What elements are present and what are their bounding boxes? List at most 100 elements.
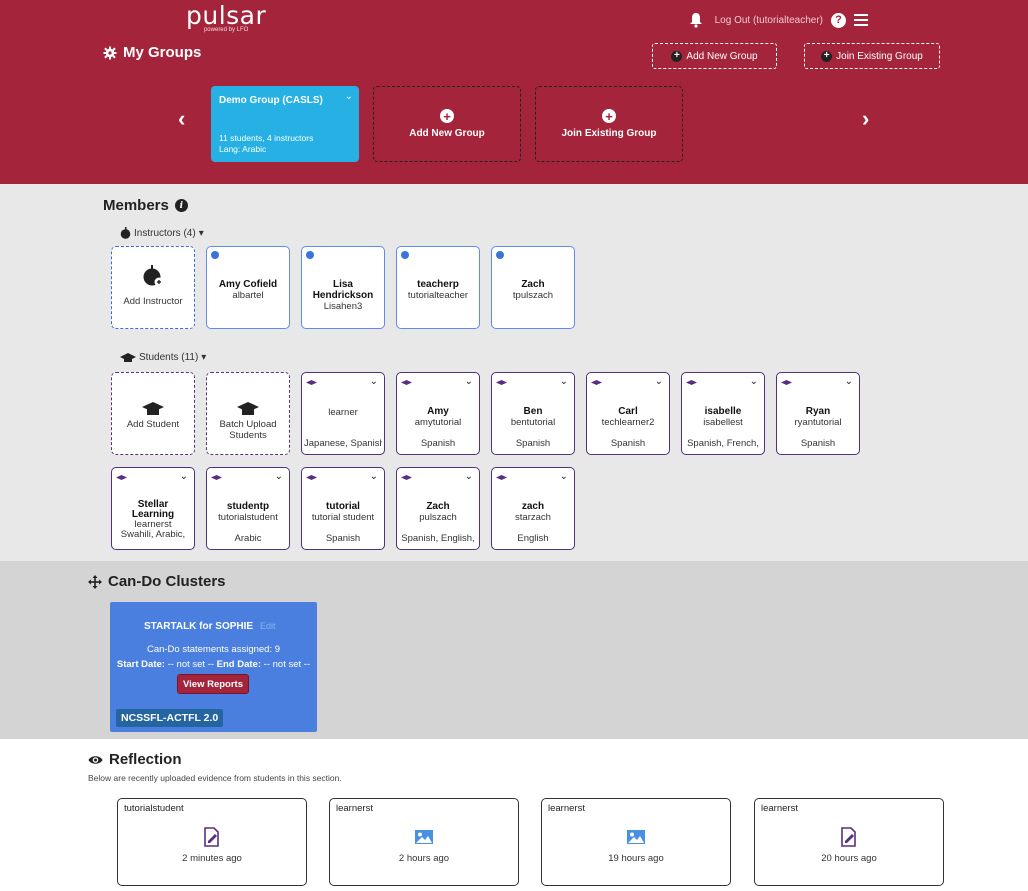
student-card[interactable]: ⌄ zach starzach English [491,467,575,550]
pulsar-logo[interactable]: pulsar powered by LFO [186,1,267,33]
framework-badge: NCSSFL-ACTFL 2.0 [116,709,224,727]
carousel-next-icon[interactable]: › [862,106,869,132]
chevron-down-icon[interactable]: ⌄ [345,91,353,102]
chevron-down-icon[interactable]: ⌄ [750,376,758,387]
instructor-name: Zach [521,279,545,290]
edit-link[interactable]: Edit [260,621,276,631]
student-username: ryantutorial [794,417,842,428]
instructor-card[interactable]: Lisa Hendrickson Lisahen3 [301,246,385,329]
start-date-label: Start Date: [116,659,165,670]
student-card[interactable]: ⌄ isabelle isabellest Spanish, French, [681,372,765,455]
student-card[interactable]: ⌄ Ryan ryantutorial Spanish [776,372,860,455]
info-icon[interactable]: i [174,199,188,212]
instructor-card[interactable]: Zach tpulszach [491,246,575,329]
evidence-user: learnerst [548,803,585,814]
batch-upload-students-card[interactable]: Batch Upload Students [206,372,290,455]
graduation-cap-icon [781,380,792,385]
add-instructor-label: Add Instructor [123,296,183,307]
student-card[interactable]: ⌄ Carl techlearner2 Spanish [586,372,670,455]
chevron-down-icon[interactable]: ⌄ [560,376,568,387]
evidence-card[interactable]: learnerst 20 hours ago [754,798,944,886]
my-groups-title: My Groups [123,44,202,61]
student-username: isabellest [703,417,743,428]
help-icon[interactable]: ? [831,12,846,28]
instructor-name: Lisa Hendrickson [312,279,374,301]
cluster-card[interactable]: STARTALK for SOPHIE Edit Can-Do statemen… [110,602,317,732]
instructor-card[interactable]: teacherp tutorialteacher [396,246,480,329]
caret-down-icon: ▾ [201,352,207,363]
carousel-prev-icon[interactable]: ‹ [178,106,185,132]
chevron-down-icon[interactable]: ⌄ [655,376,663,387]
graduation-cap-icon [120,352,136,362]
student-languages: Spanish [610,438,646,449]
student-card[interactable]: ⌄ Ben bentutorial Spanish [491,372,575,455]
instructor-card[interactable]: Amy Cofield albartel [206,246,290,329]
student-name: Stellar Learning [131,499,175,520]
evidence-user: tutorialstudent [124,803,184,814]
chevron-down-icon[interactable]: ⌄ [180,471,188,482]
student-username: starzach [515,512,551,523]
student-card[interactable]: ⌄ Amy amytutorial Spanish [396,372,480,455]
apple-icon [120,227,131,239]
student-card[interactable]: ⌄ learner Japanese, Spanish, [301,372,385,455]
chevron-down-icon[interactable]: ⌄ [560,471,568,482]
student-card[interactable]: ⌄ studentp tutorialstudent Arabic [206,467,290,550]
members-section: Members i Instructors (4) ▾ Add Instruct… [0,184,1028,561]
evidence-time: 2 hours ago [398,853,450,864]
logout-link[interactable]: Log Out (tutorialteacher) [715,15,823,26]
image-icon [415,830,433,844]
add-new-group-button[interactable]: + Add New Group [652,43,777,69]
graduation-cap-icon [496,475,507,480]
move-arrows-icon [88,574,102,589]
view-reports-button[interactable]: View Reports [177,674,249,694]
chevron-down-icon[interactable]: ⌄ [465,376,473,387]
student-username: tutorialstudent [218,512,278,523]
add-instructor-card[interactable]: Add Instructor [111,246,195,329]
add-new-group-card[interactable]: + Add New Group [373,86,521,162]
hamburger-menu-icon[interactable] [854,14,868,26]
graduation-cap-icon [686,380,697,385]
student-card[interactable]: ⌄ tutorial tutorial student Spanish [301,467,385,550]
student-languages: Spanish [800,438,836,449]
evidence-time: 20 hours ago [821,853,877,864]
student-card[interactable]: ⌄ Zach pulszach Spanish, English, [396,467,480,550]
student-name: Zach [426,501,450,512]
student-username: techlearner2 [601,417,655,428]
reflection-heading: Reflection [88,751,182,768]
logo-text: pulsar [186,1,267,30]
chevron-down-icon[interactable]: ⌄ [370,471,378,482]
evidence-card[interactable]: tutorialstudent 2 minutes ago [117,798,307,886]
join-existing-group-card[interactable]: + Join Existing Group [535,86,683,162]
student-name: Carl [618,406,638,417]
bell-icon[interactable] [689,12,703,28]
apple-icon [496,251,504,259]
group-counts: 11 students, 4 instructors [219,133,314,143]
chevron-down-icon[interactable]: ⌄ [465,471,473,482]
top-right-controls: Log Out (tutorialteacher) ? [689,12,868,28]
instructor-username: Lisahen3 [323,301,363,312]
evidence-card[interactable]: learnerst 2 hours ago [329,798,519,886]
students-toggle[interactable]: Students (11) ▾ [120,352,206,363]
eye-icon [88,755,103,764]
instructor-username: tutorialteacher [407,290,469,301]
reflection-section: Reflection Below are recently uploaded e… [0,739,1028,891]
join-existing-group-card-label: Join Existing Group [561,128,657,139]
evidence-card[interactable]: learnerst 19 hours ago [541,798,731,886]
join-existing-group-label: Join Existing Group [836,50,923,62]
student-name: zach [521,501,545,512]
graduation-cap-icon [211,475,222,480]
chevron-down-icon[interactable]: ⌄ [275,471,283,482]
group-card-demo[interactable]: Demo Group (CASLS) ⌄ 11 students, 4 inst… [211,86,359,162]
chevron-down-icon[interactable]: ⌄ [845,376,853,387]
join-existing-group-button[interactable]: + Join Existing Group [804,43,940,69]
student-card[interactable]: ⌄ Stellar Learning learnerst Swahili, Ar… [111,467,195,550]
apple-icon [211,251,219,259]
add-student-card[interactable]: Add Student [111,372,195,455]
student-languages: Spanish [420,438,456,449]
instructors-toggle[interactable]: Instructors (4) ▾ [120,227,204,239]
gear-icon [103,46,117,59]
chevron-down-icon[interactable]: ⌄ [370,376,378,387]
student-username: tutorial student [311,512,375,523]
student-languages: Arabic [234,533,262,544]
student-name: studentp [226,501,270,512]
